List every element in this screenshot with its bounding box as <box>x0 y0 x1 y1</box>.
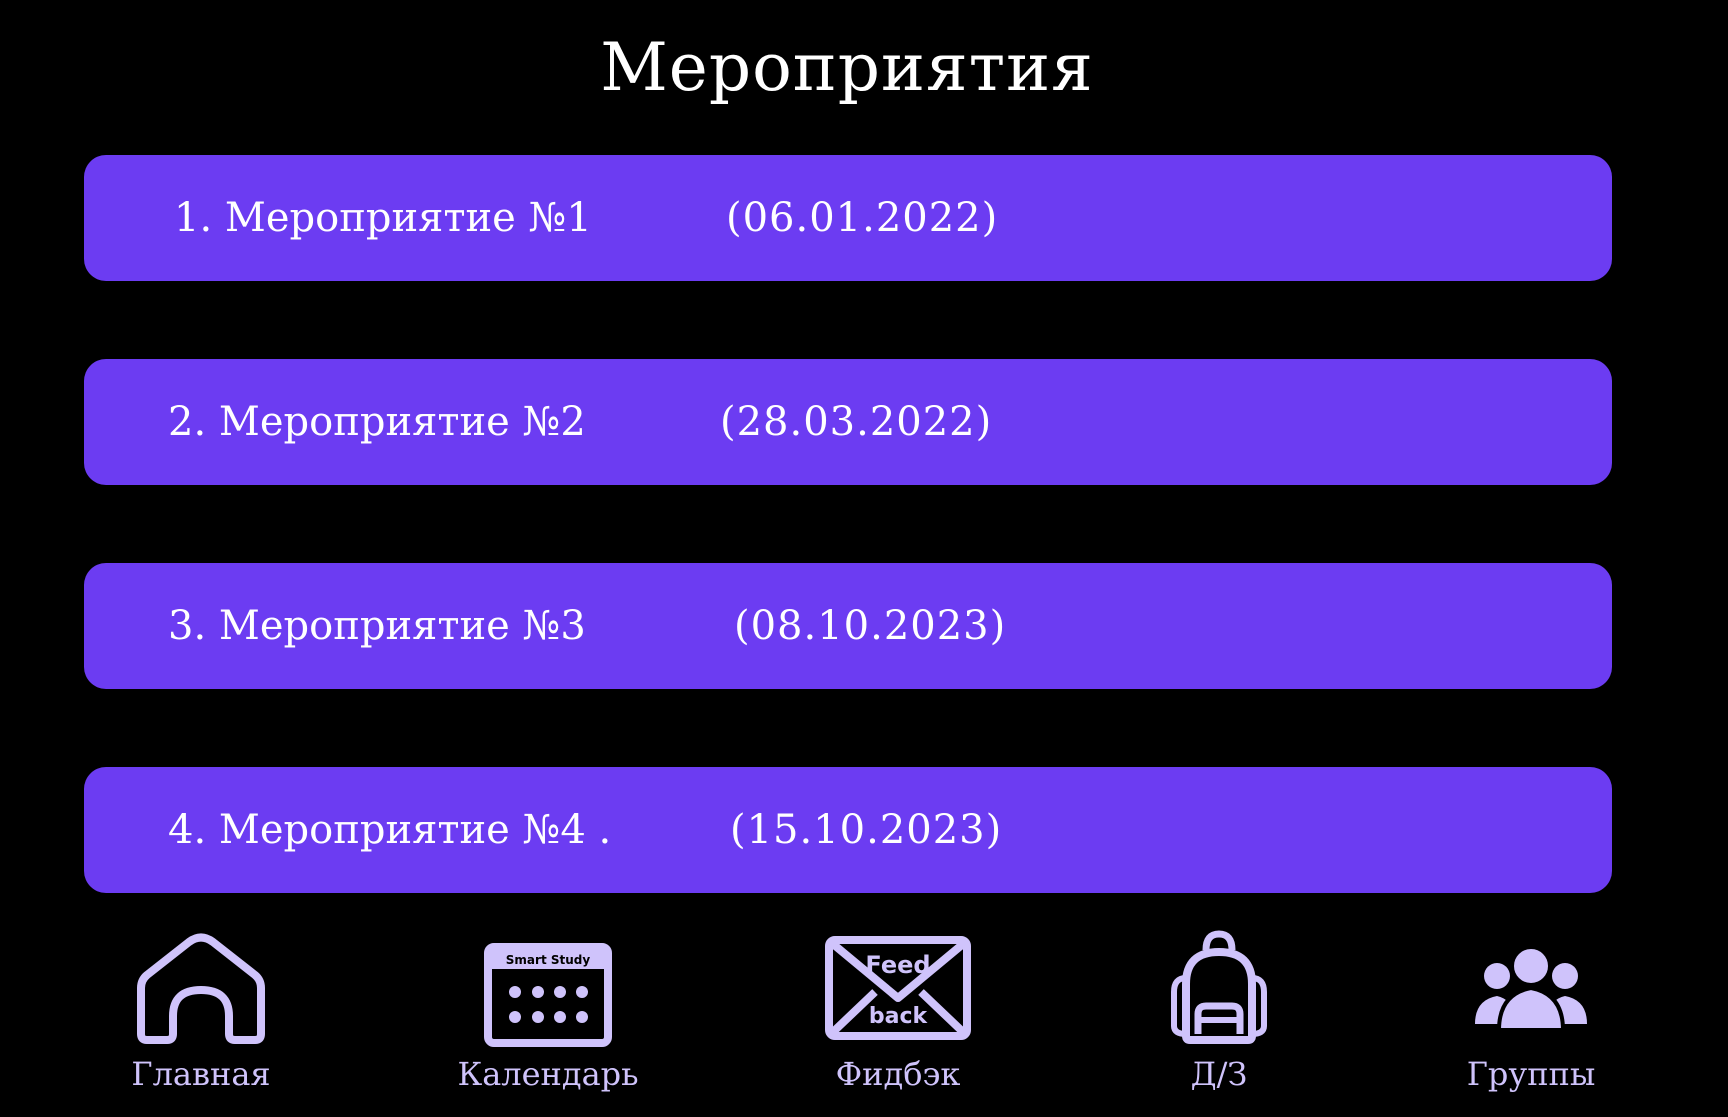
event-name: 3. Мероприятие №3 <box>168 603 586 649</box>
nav-label: Группы <box>1466 1055 1596 1093</box>
event-name: 4. Мероприятие №4 . <box>168 807 612 853</box>
feedback-icon-text-bottom: back <box>869 1004 929 1029</box>
nav-feedback[interactable]: Feed back Фидбэк <box>768 930 1028 1100</box>
home-icon <box>137 933 265 1044</box>
event-item-4[interactable]: 4. Мероприятие №4 . (15.10.2023) <box>84 767 1612 893</box>
event-date: (15.10.2023) <box>730 807 1003 853</box>
event-item-3[interactable]: 3. Мероприятие №3 (08.10.2023) <box>84 563 1612 689</box>
nav-homework[interactable]: Д/З <box>1089 930 1349 1100</box>
nav-label: Фидбэк <box>835 1055 961 1093</box>
feedback-envelope-icon: Feed back <box>825 936 971 1040</box>
event-item-1[interactable]: 1. Мероприятие №1 (06.01.2022) <box>84 155 1612 281</box>
event-name: 1. Мероприятие №1 <box>174 195 592 241</box>
event-item-2[interactable]: 2. Мероприятие №2 (28.03.2022) <box>84 359 1612 485</box>
nav-label: Д/З <box>1190 1055 1248 1093</box>
nav-label: Календарь <box>457 1055 639 1093</box>
feedback-icon-text-top: Feed <box>865 951 930 979</box>
nav-groups[interactable]: Группы <box>1401 930 1661 1100</box>
event-date: (28.03.2022) <box>720 399 993 445</box>
calendar-icon-text: Smart Study <box>506 953 591 967</box>
calendar-icon: Smart Study <box>484 943 612 1047</box>
page-title: Мероприятия <box>600 29 1094 106</box>
backpack-icon <box>1171 930 1267 1044</box>
nav-calendar[interactable]: Smart Study Календарь <box>418 930 678 1100</box>
users-group-icon <box>1475 945 1587 1032</box>
event-name: 2. Мероприятие №2 <box>168 399 586 445</box>
event-date: (06.01.2022) <box>726 195 999 241</box>
event-date: (08.10.2023) <box>734 603 1007 649</box>
nav-home[interactable]: Главная <box>71 930 331 1100</box>
nav-label: Главная <box>131 1055 271 1093</box>
